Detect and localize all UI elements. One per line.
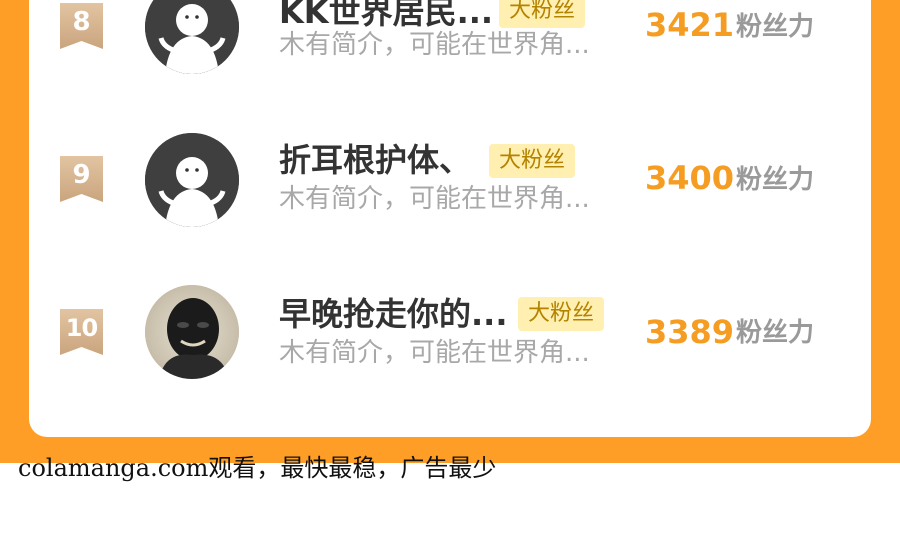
rank-number: 8 [72,7,91,37]
photo-avatar[interactable] [145,285,239,379]
user-name[interactable]: KK世界居民... [279,0,493,30]
rank-number: 10 [65,314,98,342]
fan-level-badge: 大粉丝 [518,297,605,331]
ranking-card: 8 KK世界居民... 大粉丝 木有简介，可能在世界角... 3421 粉丝力 [29,0,871,437]
fan-power-unit: 粉丝力 [736,318,815,348]
fan-power-score: 3400 [645,159,735,197]
watermark-text: colamanga.com观看，最快最稳，广告最少 [18,454,497,482]
user-intro: 木有简介，可能在世界角... [279,338,590,368]
user-name[interactable]: 折耳根护体、 [279,142,471,178]
ranking-row[interactable]: 9 折耳根护体、 大粉丝 木有简介，可能在世界角... 3400 粉丝力 [29,120,871,230]
fan-power-score: 3389 [645,313,735,351]
rank-badge: 9 [60,156,103,202]
rank-badge: 10 [60,309,103,355]
fan-power-unit: 粉丝力 [736,165,815,195]
fan-power-unit: 粉丝力 [736,12,815,42]
fan-power-score: 3421 [645,6,735,44]
default-avatar[interactable] [145,133,239,227]
user-name[interactable]: 早晚抢走你的... [279,296,507,332]
ranking-row[interactable]: 10 早晚抢走你的... 大粉丝 木有简介，可能在世界角... 3389 粉丝力 [29,272,871,382]
user-intro: 木有简介，可能在世界角... [279,30,590,60]
user-intro: 木有简介，可能在世界角... [279,184,590,214]
fan-level-badge: 大粉丝 [489,144,576,178]
rank-badge: 8 [60,3,103,49]
default-avatar[interactable] [145,0,239,74]
ranking-row[interactable]: 8 KK世界居民... 大粉丝 木有简介，可能在世界角... 3421 粉丝力 [29,0,871,77]
fan-level-badge: 大粉丝 [499,0,586,28]
rank-number: 9 [72,160,91,190]
